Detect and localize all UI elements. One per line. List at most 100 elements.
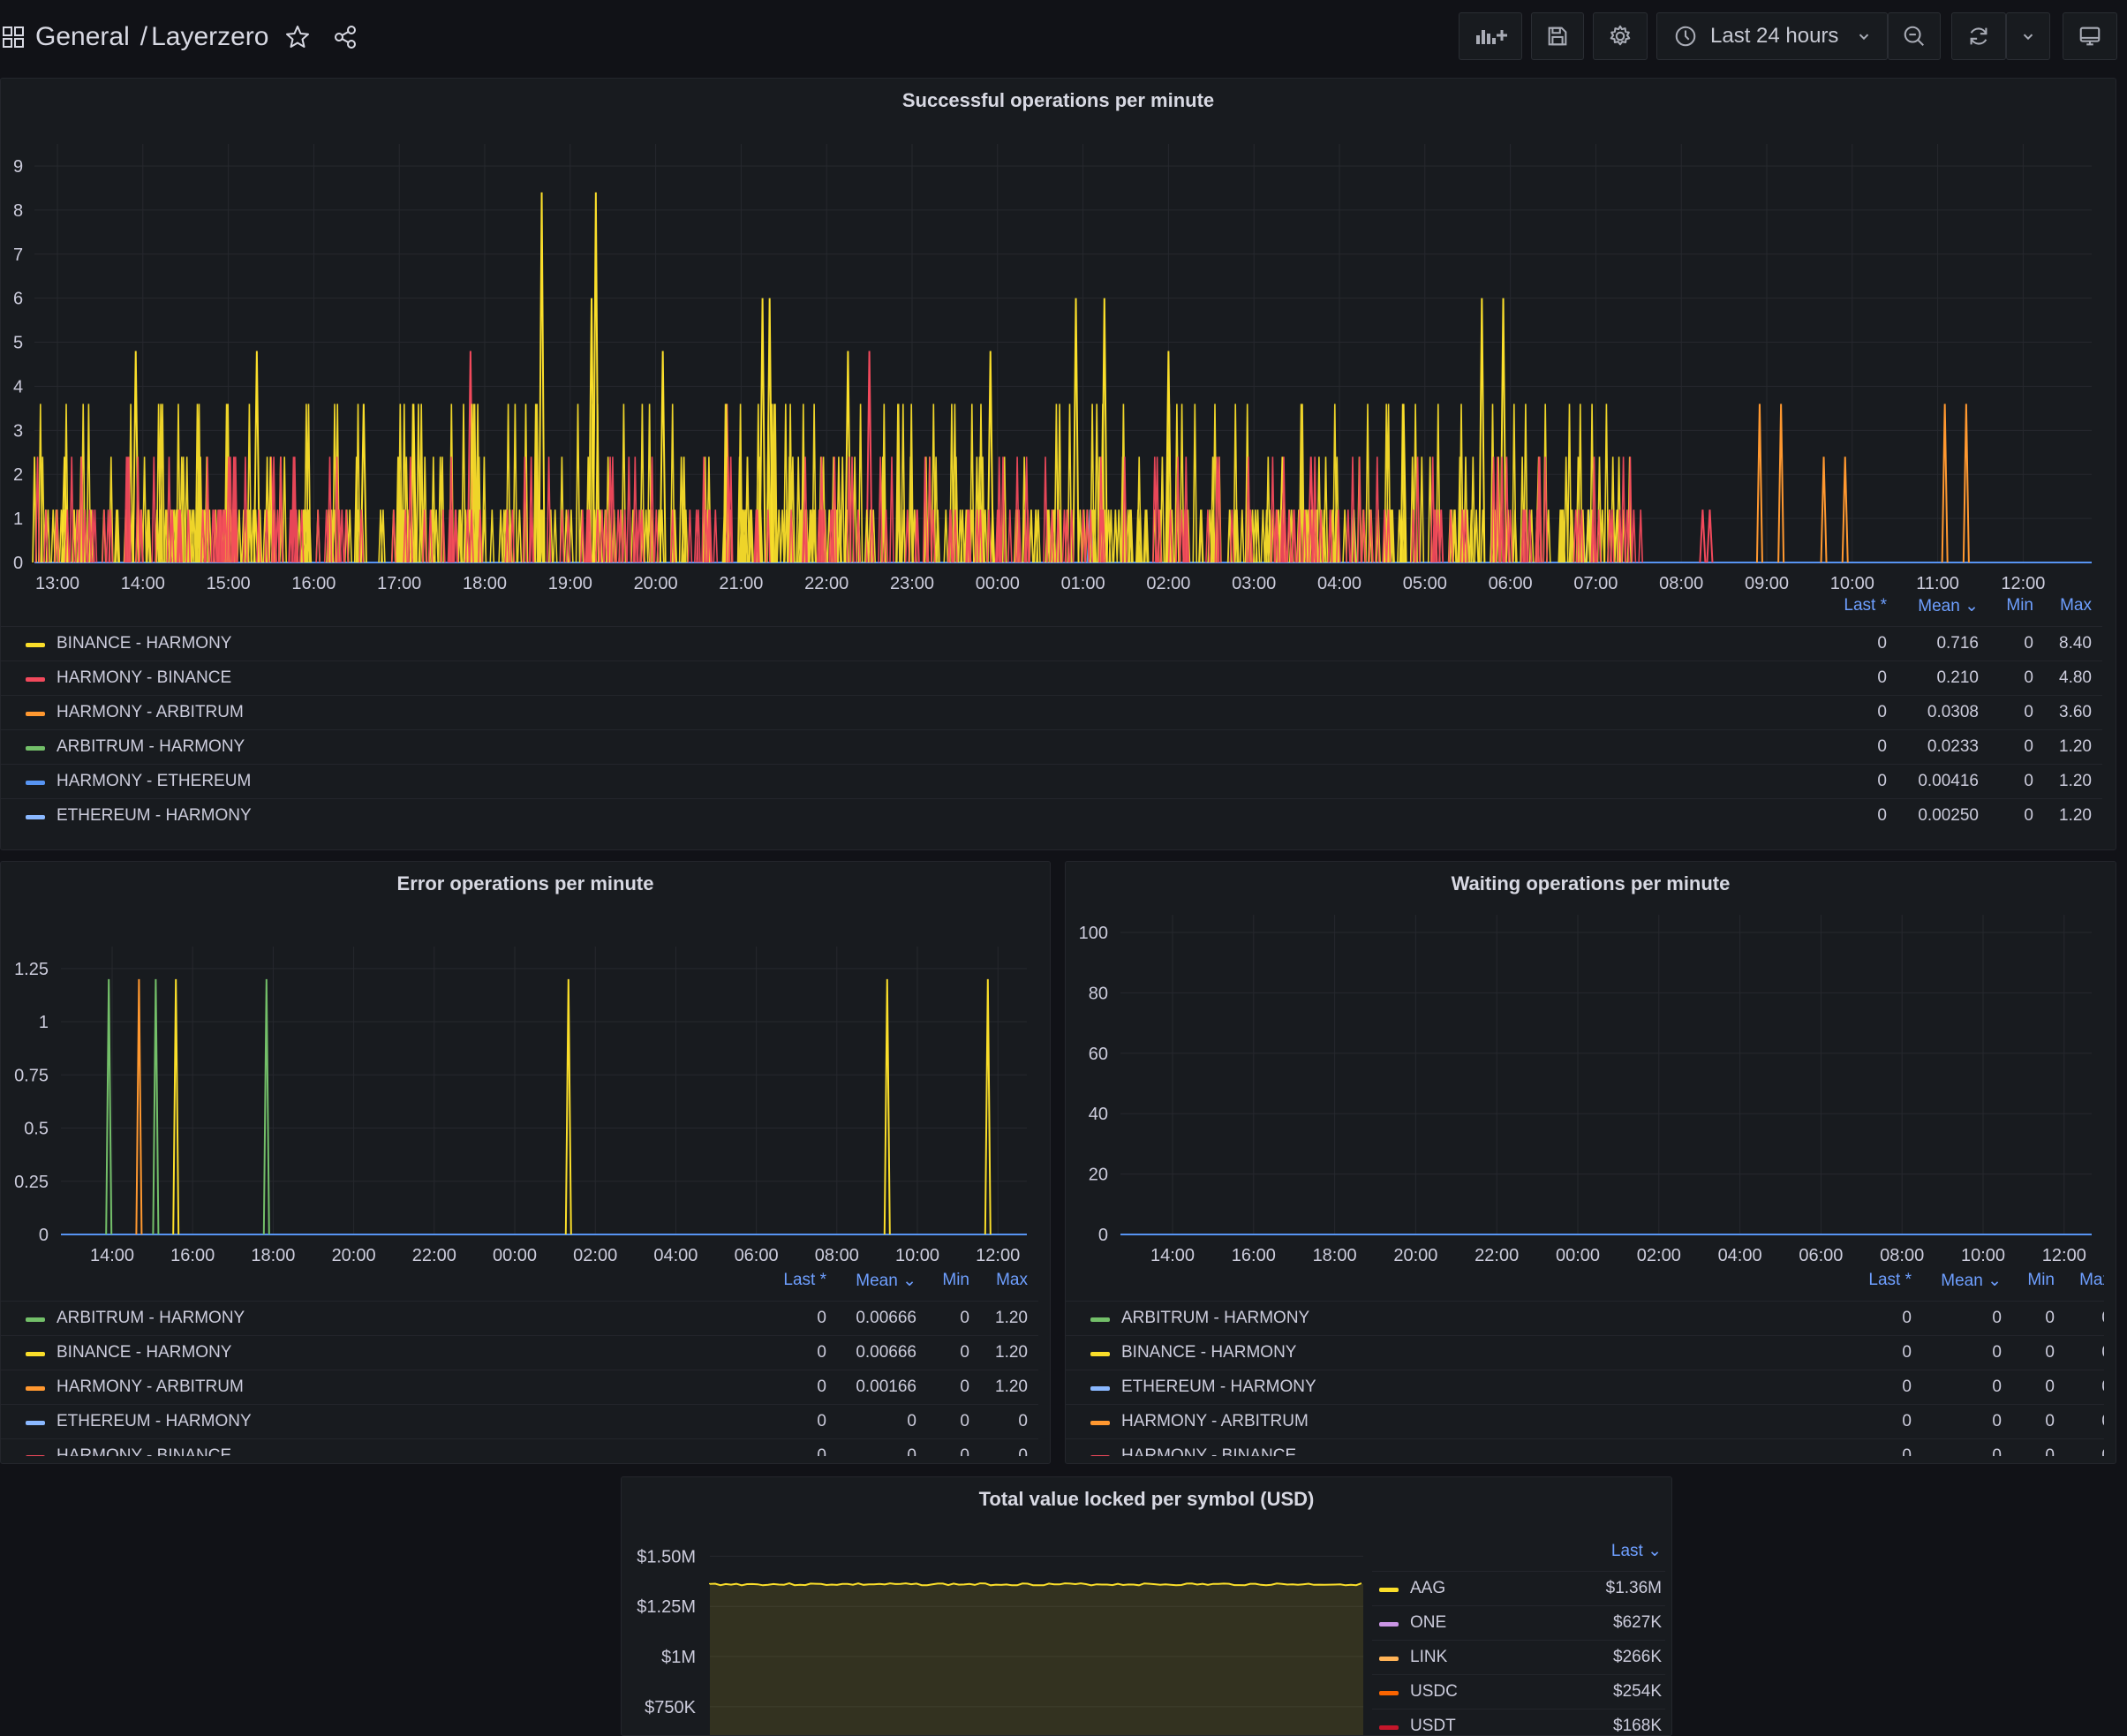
sort-chevron-icon: ⌄ bbox=[902, 1272, 916, 1290]
legend-row[interactable]: ETHEREUM - HARMONY00.0025001.20 bbox=[1, 798, 2102, 833]
legend-color-swatch bbox=[1090, 1455, 1110, 1456]
x-tick-label: 23:00 bbox=[890, 574, 934, 593]
legend-row[interactable]: ARBITRUM - HARMONY00.023301.20 bbox=[1, 729, 2102, 764]
legend-value-mean: 0.00666 bbox=[856, 1309, 916, 1328]
legend-value-max: 0 bbox=[2101, 1377, 2104, 1397]
legend-value-max: 0 bbox=[1018, 1412, 1028, 1431]
x-tick-label: 00:00 bbox=[1556, 1246, 1600, 1265]
legend-value-max: 1.20 bbox=[2059, 806, 2092, 826]
legend-value-max: 3.60 bbox=[2059, 703, 2092, 722]
add-panel-button[interactable] bbox=[1459, 12, 1522, 60]
legend-header-max[interactable]: Max bbox=[2060, 596, 2092, 615]
x-tick-label: 04:00 bbox=[1718, 1246, 1762, 1265]
legend-color-swatch bbox=[26, 712, 45, 716]
breadcrumb-folder[interactable]: General bbox=[35, 22, 130, 52]
y-tick-label: 0 bbox=[13, 554, 23, 573]
x-tick-label: 16:00 bbox=[170, 1246, 215, 1265]
y-tick-label: 1 bbox=[39, 1013, 49, 1032]
legend-header-mean[interactable]: Mean ⌄ bbox=[1918, 596, 1979, 616]
legend-header-max[interactable]: Max bbox=[2079, 1271, 2104, 1290]
legend-header-max[interactable]: Max bbox=[996, 1271, 1028, 1290]
refresh-interval-button[interactable] bbox=[2006, 12, 2050, 60]
zoom-out-button[interactable] bbox=[1888, 12, 1941, 60]
legend-header-min[interactable]: Min bbox=[2006, 596, 2033, 615]
legend-value-max: 1.20 bbox=[2059, 772, 2092, 791]
legend-row[interactable]: ETHEREUM - HARMONY0000 bbox=[1066, 1370, 2104, 1404]
time-range-picker[interactable]: Last 24 hours bbox=[1656, 12, 1888, 60]
legend-row[interactable]: ARBITRUM - HARMONY00.0066601.20 bbox=[1, 1301, 1038, 1335]
legend-series-name: HARMONY - BINANCE bbox=[57, 1446, 231, 1456]
save-dashboard-button[interactable] bbox=[1531, 12, 1584, 60]
legend-row[interactable]: BINANCE - HARMONY00.71608.40 bbox=[1, 626, 2102, 660]
tvl-chart[interactable]: $750K$1M$1.25M$1.50M bbox=[622, 1477, 1372, 1736]
share-icon[interactable] bbox=[332, 24, 358, 50]
legend-color-swatch bbox=[26, 1317, 45, 1322]
sort-chevron-icon: ⌄ bbox=[1648, 1542, 1662, 1560]
legend-header-min[interactable]: Min bbox=[2027, 1271, 2055, 1290]
successful-operations-chart[interactable]: 012345678913:0014:0015:0016:0017:0018:00… bbox=[1, 79, 2116, 600]
spike-mark bbox=[173, 979, 178, 1234]
legend-row[interactable]: USDC$254K bbox=[1372, 1674, 1665, 1709]
legend-value-min: 0 bbox=[960, 1309, 969, 1328]
legend-header-mean[interactable]: Mean ⌄ bbox=[1941, 1271, 2002, 1291]
legend-value-last: 0 bbox=[1877, 806, 1887, 826]
legend-row[interactable]: BINANCE - HARMONY0000 bbox=[1066, 1335, 2104, 1370]
legend-color-swatch bbox=[26, 677, 45, 682]
legend-header-last[interactable]: Last ⌄ bbox=[1611, 1541, 1662, 1561]
legend-row[interactable]: AAG$1.36M bbox=[1372, 1571, 1665, 1605]
legend-row[interactable]: HARMONY - ARBITRUM00.030803.60 bbox=[1, 695, 2102, 729]
x-tick-label: 05:00 bbox=[1403, 574, 1447, 593]
legend-row[interactable]: HARMONY - BINANCE0000 bbox=[1066, 1438, 2104, 1456]
x-tick-label: 12:00 bbox=[976, 1246, 1020, 1265]
legend-color-swatch bbox=[1379, 1622, 1399, 1627]
legend-color-swatch bbox=[1379, 1691, 1399, 1695]
star-icon[interactable] bbox=[284, 24, 311, 50]
legend-header-min[interactable]: Min bbox=[942, 1271, 969, 1290]
legend-header-mean[interactable]: Mean ⌄ bbox=[856, 1271, 916, 1291]
legend-value-last: $254K bbox=[1613, 1682, 1662, 1702]
waiting-operations-legend: Last * Mean ⌄ Min Max ARBITRUM - HARMONY… bbox=[1066, 1271, 2104, 1456]
waiting-operations-chart[interactable]: 02040608010014:0016:0018:0020:0022:0000:… bbox=[1066, 862, 2116, 1277]
legend-row[interactable]: HARMONY - ARBITRUM00.0016601.20 bbox=[1, 1370, 1038, 1404]
x-tick-label: 10:00 bbox=[895, 1246, 939, 1265]
legend-series-name: ETHEREUM - HARMONY bbox=[1121, 1377, 1316, 1397]
legend-row[interactable]: BINANCE - HARMONY00.0066601.20 bbox=[1, 1335, 1038, 1370]
dashboard-title[interactable]: Layerzero bbox=[151, 22, 268, 52]
legend-row[interactable]: ONE$627K bbox=[1372, 1605, 1665, 1640]
dashboard-settings-button[interactable] bbox=[1593, 12, 1648, 60]
tv-mode-button[interactable] bbox=[2063, 12, 2117, 60]
apps-grid-icon[interactable] bbox=[2, 26, 25, 49]
legend-header-mean-label: Mean bbox=[856, 1272, 898, 1290]
legend-header-last[interactable]: Last * bbox=[1868, 1271, 1912, 1290]
legend-row[interactable]: HARMONY - ETHEREUM00.0041601.20 bbox=[1, 764, 2102, 798]
refresh-button[interactable] bbox=[1951, 12, 2006, 60]
legend-series-name: BINANCE - HARMONY bbox=[1121, 1343, 1296, 1362]
spike-mark bbox=[1964, 404, 1969, 562]
legend-series-name: ETHEREUM - HARMONY bbox=[57, 806, 252, 826]
legend-row[interactable]: ARBITRUM - HARMONY0000 bbox=[1066, 1301, 2104, 1335]
legend-value-last: 0 bbox=[1877, 703, 1887, 722]
panel-total-value-locked: Total value locked per symbol (USD) $750… bbox=[621, 1476, 1672, 1736]
legend-color-swatch bbox=[26, 1386, 45, 1391]
x-tick-label: 07:00 bbox=[1573, 574, 1618, 593]
y-tick-label: 3 bbox=[13, 421, 23, 441]
sort-chevron-icon: ⌄ bbox=[1965, 597, 1979, 615]
legend-row[interactable]: ETHEREUM - HARMONY0000 bbox=[1, 1404, 1038, 1438]
legend-value-min: 0 bbox=[2024, 806, 2033, 826]
legend-row[interactable]: HARMONY - BINANCE00.21004.80 bbox=[1, 660, 2102, 695]
legend-row[interactable]: USDT$168K bbox=[1372, 1709, 1665, 1736]
legend-header-last[interactable]: Last * bbox=[783, 1271, 826, 1290]
x-tick-label: 13:00 bbox=[35, 574, 79, 593]
legend-header-last[interactable]: Last * bbox=[1844, 596, 1887, 615]
legend-header-mean-label: Mean bbox=[1918, 597, 1960, 615]
x-tick-label: 16:00 bbox=[1232, 1246, 1276, 1265]
legend-row[interactable]: HARMONY - BINANCE0000 bbox=[1, 1438, 1038, 1456]
x-tick-label: 22:00 bbox=[412, 1246, 456, 1265]
y-tick-label: 0.25 bbox=[14, 1173, 49, 1192]
legend-row[interactable]: HARMONY - ARBITRUM0000 bbox=[1066, 1404, 2104, 1438]
y-tick-label: 7 bbox=[13, 245, 23, 265]
legend-color-swatch bbox=[1379, 1657, 1399, 1661]
legend-row[interactable]: LINK$266K bbox=[1372, 1640, 1665, 1674]
legend-value-mean: 0 bbox=[1992, 1309, 2002, 1328]
error-operations-chart[interactable]: 00.250.50.7511.2514:0016:0018:0020:0022:… bbox=[1, 862, 1051, 1277]
